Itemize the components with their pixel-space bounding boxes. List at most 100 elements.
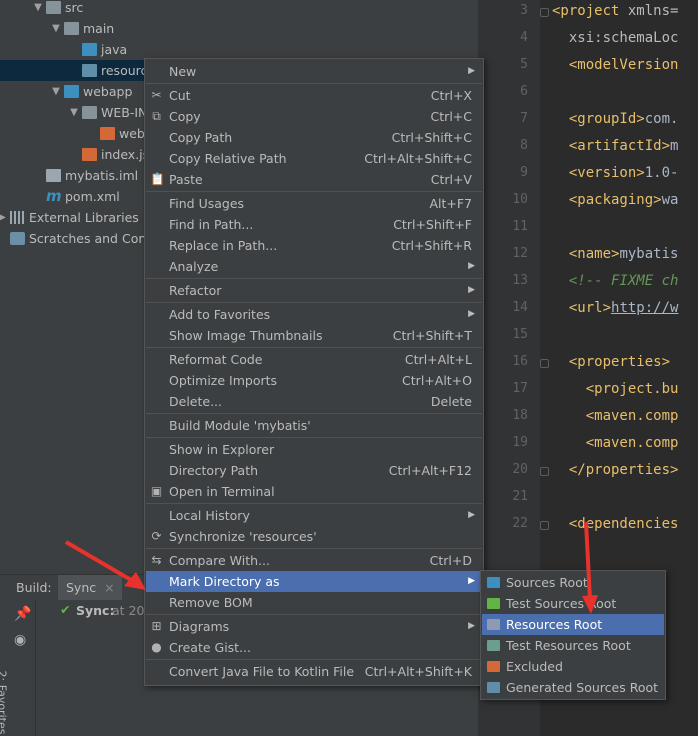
code-token: com.: [644, 111, 679, 127]
menu-item-copy[interactable]: ⧉ Copy Ctrl+C: [146, 106, 482, 127]
tree-item[interactable]: ▼ src: [0, 0, 478, 18]
code-token: <maven.comp: [552, 408, 679, 424]
test-sources-root-icon: [487, 598, 500, 609]
folder-web-icon: [64, 85, 79, 98]
menu-item-label: Reformat Code: [169, 352, 263, 367]
submenu-arrow-icon: ▶: [468, 510, 475, 520]
menu-item-label: Compare With...: [169, 553, 270, 568]
menu-item-label: Synchronize 'resources': [169, 529, 317, 544]
menu-item-label: Mark Directory as: [169, 574, 280, 589]
line-number: 12: [512, 246, 528, 261]
code-token: <!-- FIXME ch: [552, 273, 679, 289]
code-line[interactable]: </properties>: [552, 462, 679, 478]
submenu-item-resources-root[interactable]: Resources Root: [482, 614, 664, 635]
code-line[interactable]: xsi:schemaLoc: [552, 30, 679, 46]
menu-item-diagrams[interactable]: ⊞ Diagrams ▶: [146, 616, 482, 637]
submenu-arrow-icon: ▶: [468, 621, 475, 631]
menu-item-open-in-terminal[interactable]: ▣ Open in Terminal: [146, 481, 482, 502]
menu-shortcut: Alt+F7: [429, 196, 472, 211]
fold-marker-icon[interactable]: [540, 521, 549, 530]
menu-item-build-module-mybatis[interactable]: Build Module 'mybatis': [146, 415, 482, 436]
menu-item-convert-java-file-to-kotlin-file[interactable]: Convert Java File to Kotlin File Ctrl+Alt…: [146, 661, 482, 682]
menu-shortcut: Ctrl+Shift+F: [393, 217, 472, 232]
menu-shortcut: Ctrl+Alt+F12: [388, 463, 472, 478]
code-line[interactable]: <properties>: [552, 354, 670, 370]
menu-item-find-usages[interactable]: Find Usages Alt+F7: [146, 193, 482, 214]
menu-item-optimize-imports[interactable]: Optimize Imports Ctrl+Alt+O: [146, 370, 482, 391]
menu-item-label: Directory Path: [169, 463, 259, 478]
menu-item-synchronize-resources[interactable]: ⟳ Synchronize 'resources': [146, 526, 482, 547]
submenu-item-generated-sources-root[interactable]: Generated Sources Root: [482, 677, 664, 698]
menu-item-mark-directory-as[interactable]: Mark Directory as ▶: [146, 571, 482, 592]
code-token: <project.bu: [552, 381, 679, 397]
pin-icon[interactable]: 📌: [14, 606, 31, 622]
code-line[interactable]: <maven.comp: [552, 435, 679, 451]
code-line[interactable]: <artifactId>m: [552, 138, 679, 154]
menu-item-add-to-favorites[interactable]: Add to Favorites ▶: [146, 304, 482, 325]
menu-shortcut: Ctrl+Alt+Shift+C: [364, 151, 472, 166]
menu-item-create-gist[interactable]: ● Create Gist...: [146, 637, 482, 658]
chevron-right-icon[interactable]: ▶: [0, 207, 8, 228]
submenu-item-label: Generated Sources Root: [506, 680, 659, 695]
code-line[interactable]: <name>mybatis: [552, 246, 679, 262]
chevron-down-icon[interactable]: ▼: [50, 81, 62, 102]
menu-item-show-image-thumbnails[interactable]: Show Image Thumbnails Ctrl+Shift+T: [146, 325, 482, 346]
submenu-item-label: Excluded: [506, 659, 563, 674]
menu-item-reformat-code[interactable]: Reformat Code Ctrl+Alt+L: [146, 349, 482, 370]
menu-item-new[interactable]: New ▶: [146, 61, 482, 82]
code-line[interactable]: <url>http://w: [552, 300, 679, 316]
code-line[interactable]: <groupId>com.: [552, 111, 679, 127]
test-resources-root-icon: [487, 640, 500, 651]
tree-item-label: pom.xml: [65, 189, 120, 204]
submenu-item-test-sources-root[interactable]: Test Sources Root: [482, 593, 664, 614]
menu-item-find-in-path[interactable]: Find in Path... Ctrl+Shift+F: [146, 214, 482, 235]
fold-marker-icon[interactable]: [540, 8, 549, 17]
code-line[interactable]: <project xmlns=: [552, 3, 678, 19]
chevron-down-icon[interactable]: ▼: [50, 18, 62, 39]
submenu-item-sources-root[interactable]: Sources Root: [482, 572, 664, 593]
submenu-item-label: Resources Root: [506, 617, 603, 632]
code-token: </properties>: [552, 462, 679, 478]
code-line[interactable]: <packaging>wa: [552, 192, 679, 208]
menu-item-cut[interactable]: ✂ Cut Ctrl+X: [146, 85, 482, 106]
line-number: 3: [520, 3, 528, 18]
fold-marker-icon[interactable]: [540, 467, 549, 476]
submenu-item-excluded[interactable]: Excluded: [482, 656, 664, 677]
line-number: 7: [520, 111, 528, 126]
menu-item-compare-with[interactable]: ⇆ Compare With... Ctrl+D: [146, 550, 482, 571]
menu-item-analyze[interactable]: Analyze ▶: [146, 256, 482, 277]
submenu-item-label: Test Resources Root: [506, 638, 631, 653]
menu-item-copy-relative-path[interactable]: Copy Relative Path Ctrl+Alt+Shift+C: [146, 148, 482, 169]
submenu-item-test-resources-root[interactable]: Test Resources Root: [482, 635, 664, 656]
code-line[interactable]: <dependencies: [552, 516, 679, 532]
menu-item-label: Diagrams: [169, 619, 230, 634]
code-line[interactable]: <!-- FIXME ch: [552, 273, 679, 289]
menu-shortcut: Delete: [430, 394, 472, 409]
code-line[interactable]: <project.bu: [552, 381, 679, 397]
code-line[interactable]: <version>1.0-: [552, 165, 679, 181]
chevron-down-icon[interactable]: ▼: [68, 102, 80, 123]
code-token: <artifactId>: [552, 138, 671, 154]
menu-item-local-history[interactable]: Local History ▶: [146, 505, 482, 526]
tree-item[interactable]: java: [0, 39, 478, 60]
tree-item[interactable]: ▼ main: [0, 18, 478, 39]
fold-marker-icon[interactable]: [540, 359, 549, 368]
menu-separator: [146, 503, 482, 504]
submenu-arrow-icon: ▶: [468, 309, 475, 319]
code-line[interactable]: <modelVersion: [552, 57, 679, 73]
eye-icon[interactable]: ◉: [14, 632, 26, 648]
chevron-down-icon[interactable]: ▼: [32, 0, 44, 18]
menu-item-refactor[interactable]: Refactor ▶: [146, 280, 482, 301]
menu-item-label: Find in Path...: [169, 217, 254, 232]
line-number: 16: [512, 354, 528, 369]
code-line[interactable]: <maven.comp: [552, 408, 679, 424]
menu-item-remove-bom[interactable]: Remove BOM: [146, 592, 482, 613]
menu-item-replace-in-path[interactable]: Replace in Path... Ctrl+Shift+R: [146, 235, 482, 256]
menu-item-directory-path[interactable]: Directory Path Ctrl+Alt+F12: [146, 460, 482, 481]
menu-item-show-in-explorer[interactable]: Show in Explorer: [146, 439, 482, 460]
menu-item-copy-path[interactable]: Copy Path Ctrl+Shift+C: [146, 127, 482, 148]
menu-item-delete[interactable]: Delete... Delete: [146, 391, 482, 412]
diagram-icon: ⊞: [151, 619, 162, 633]
favorites-tab[interactable]: 2: Favorites: [0, 671, 8, 735]
menu-item-paste[interactable]: 📋 Paste Ctrl+V: [146, 169, 482, 190]
